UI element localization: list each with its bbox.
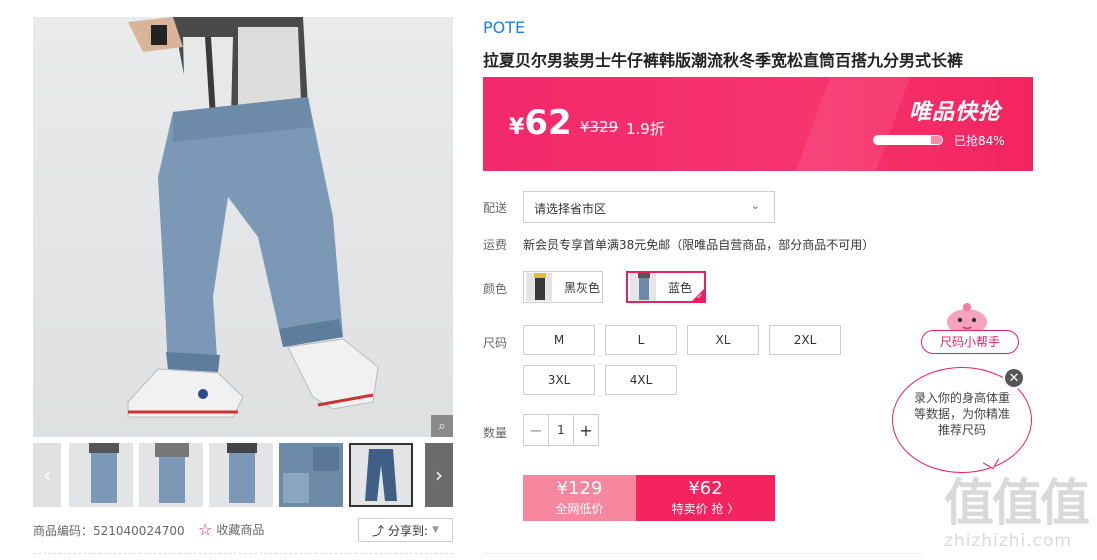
share-icon: ⤴: [372, 523, 385, 538]
size-option-xl[interactable]: XL: [687, 325, 759, 355]
favorite-label: 收藏商品: [216, 523, 265, 537]
shipping-info: 新会员专享首单满38元免邮（限唯品自营商品，部分商品不可用）: [523, 238, 875, 252]
share-button[interactable]: ⤴ 分享到: ▼: [358, 518, 453, 542]
buy-now-button[interactable]: ¥62 特卖价 抢 〉: [636, 475, 775, 521]
original-price: ¥329: [580, 118, 618, 136]
color-swatch: [630, 273, 656, 301]
region-select[interactable]: 请选择省市区 ⌄: [523, 191, 775, 223]
checkmark-icon: ✓: [696, 292, 703, 301]
thumbnail-4[interactable]: [279, 443, 343, 507]
favorite-button[interactable]: ☆ 收藏商品: [198, 521, 264, 538]
market-price-panel: ¥129 全网低价: [523, 475, 636, 521]
quantity-stepper: − 1 +: [523, 414, 599, 446]
size-option-2xl[interactable]: 2XL: [769, 325, 841, 355]
product-code: 商品编码：521040024700: [33, 524, 185, 538]
size-option-l[interactable]: L: [605, 325, 677, 355]
thumbnail-strip: ‹ ›: [33, 443, 453, 507]
price-banner: ¥62 ¥329 1.9折 唯品快抢 已抢84%: [483, 77, 1033, 171]
watermark-url: zhizhizhi.com: [944, 531, 1072, 551]
divider: [33, 553, 453, 554]
gallery-footer: 商品编码：521040024700 ☆ 收藏商品 ⤴ 分享到: ▼: [33, 518, 453, 542]
color-label: 颜色: [483, 282, 508, 296]
chevron-down-icon: ⌄: [750, 199, 760, 212]
quantity-input[interactable]: 1: [548, 415, 574, 445]
currency-symbol: ¥: [580, 118, 590, 136]
color-option-label: 黑灰色: [564, 280, 601, 295]
magnifier-icon[interactable]: ⌕: [431, 415, 453, 437]
main-product-image[interactable]: ⌕: [33, 17, 453, 437]
divider: [483, 553, 923, 554]
thumb-prev-arrow-icon[interactable]: ‹: [33, 443, 61, 507]
buy-bar: ¥129 全网低价 ¥62 特卖价 抢 〉: [523, 475, 775, 521]
current-price: ¥62: [509, 103, 572, 143]
jeans-model-photo: [127, 17, 379, 418]
sold-progress-bar: [873, 135, 943, 145]
shipping-label: 运费: [483, 238, 508, 252]
sold-percent-text: 已抢84%: [954, 134, 1005, 148]
market-price-label: 全网低价: [555, 502, 604, 516]
size-helper-tag[interactable]: 尺码小帮手: [921, 330, 1019, 354]
chevron-down-icon: ▼: [432, 525, 439, 535]
product-title: 拉夏贝尔男装男士牛仔裤韩版潮流秋冬季宽松直筒百搭九分男式长裤: [483, 51, 964, 70]
sold-progress-fill: [874, 136, 932, 144]
size-option-3xl[interactable]: 3XL: [523, 365, 595, 395]
quantity-plus-button[interactable]: +: [574, 415, 598, 445]
price-value: 62: [524, 103, 572, 143]
quantity-minus-button[interactable]: −: [524, 415, 548, 445]
watermark: 值值值 zhizhizhi.com: [944, 475, 1094, 559]
size-option-m[interactable]: M: [523, 325, 595, 355]
color-option-label: 蓝色: [668, 280, 693, 295]
quantity-label: 数量: [483, 426, 508, 440]
thumbnail-5[interactable]: [349, 443, 413, 507]
currency-symbol: ¥: [509, 115, 525, 140]
close-icon[interactable]: ✕: [1003, 367, 1025, 389]
thumbnail-3[interactable]: [209, 443, 273, 507]
discount-rate: 1.9折: [626, 120, 665, 138]
region-select-value: 请选择省市区: [534, 202, 607, 216]
thumb-next-arrow-icon[interactable]: ›: [425, 443, 453, 507]
sale-price: ¥62: [688, 478, 723, 499]
product-page: ⌕ ‹ › 商品编码：521040024700 ☆ 收藏商品 ⤴ 分享到: ▼: [0, 0, 1097, 560]
color-swatch: [526, 273, 552, 301]
thumbnail-1[interactable]: [69, 443, 133, 507]
market-price: ¥129: [556, 478, 603, 499]
color-option-blue[interactable]: 蓝色 ✓: [626, 271, 706, 303]
buy-now-label: 特卖价 抢 〉: [671, 502, 740, 516]
color-option-dark-gray[interactable]: 黑灰色: [523, 271, 603, 303]
delivery-label: 配送: [483, 201, 508, 215]
original-price-value: 329: [589, 118, 619, 136]
size-option-4xl[interactable]: 4XL: [605, 365, 677, 395]
share-label: 分享到:: [388, 523, 429, 538]
star-icon: ☆: [198, 519, 213, 539]
flash-sale-label: 唯品快抢: [908, 100, 1001, 125]
brand-link[interactable]: POTE: [483, 18, 525, 37]
banner-stripe: [795, 77, 911, 171]
thumbnail-2[interactable]: [139, 443, 203, 507]
size-label: 尺码: [483, 336, 508, 350]
watermark-logo: 值值值: [944, 474, 1090, 532]
